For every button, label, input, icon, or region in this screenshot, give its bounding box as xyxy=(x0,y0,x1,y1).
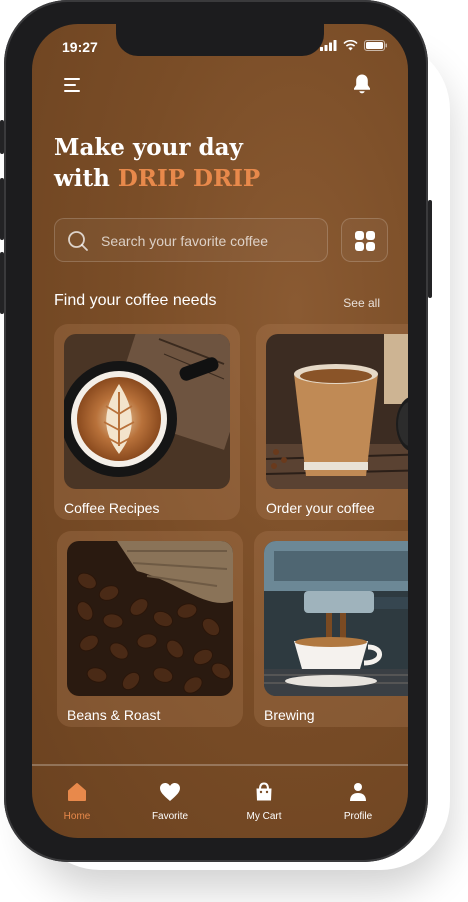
section-title: Find your coffee needs xyxy=(54,292,217,309)
search-input[interactable] xyxy=(99,219,323,263)
nav-home[interactable]: Home xyxy=(42,782,112,822)
mute-switch xyxy=(0,120,4,154)
filter-grid-button[interactable] xyxy=(341,218,388,262)
menu-button[interactable] xyxy=(62,74,86,96)
status-time: 19:27 xyxy=(62,39,98,55)
notch xyxy=(116,24,324,56)
profile-icon xyxy=(350,783,366,801)
nav-label-home: Home xyxy=(63,811,91,822)
see-all-link[interactable]: See all xyxy=(343,296,380,310)
battery-icon xyxy=(364,40,387,51)
nav-label-profile: Profile xyxy=(343,811,373,822)
category-card-order-coffee[interactable]: Order your coffee xyxy=(256,324,408,520)
cart-icon xyxy=(256,782,272,801)
nav-label-cart: My Cart xyxy=(246,811,282,822)
nav-favorite[interactable]: Favorite xyxy=(135,782,205,822)
category-card-brewing[interactable]: Brewing xyxy=(254,531,408,727)
search-icon xyxy=(68,231,88,251)
headline-line-1: Make your day xyxy=(54,134,243,161)
bell-icon xyxy=(354,74,370,94)
nav-label-favorite: Favorite xyxy=(151,811,189,822)
category-label: Brewing xyxy=(264,707,315,723)
page-headline: Make your day with DRIP DRIP xyxy=(54,132,260,194)
nav-profile[interactable]: Profile xyxy=(323,782,393,822)
home-icon xyxy=(68,783,86,801)
coffee-beans-image xyxy=(67,541,233,696)
wifi-icon xyxy=(343,40,358,51)
brand-name: DRIP DRIP xyxy=(117,165,261,192)
category-label: Coffee Recipes xyxy=(64,500,160,516)
bottom-nav: Home Favorite My Cart Profile xyxy=(32,764,408,838)
espresso-machine-image xyxy=(264,541,408,696)
volume-up-button xyxy=(0,178,4,240)
signal-icon xyxy=(320,40,337,51)
paper-cup-image xyxy=(266,334,408,489)
hamburger-icon xyxy=(64,78,80,92)
phone-frame: 19:27 Make your day with DRIP DRIP Searc… xyxy=(0,0,432,862)
search-bar[interactable] xyxy=(54,218,328,263)
status-icons xyxy=(320,40,388,51)
notifications-button[interactable] xyxy=(352,73,374,97)
category-label: Beans & Roast xyxy=(67,707,161,723)
nav-cart[interactable]: My Cart xyxy=(229,782,299,822)
category-label: Order your coffee xyxy=(266,500,375,516)
heart-icon xyxy=(160,783,180,801)
headline-prefix: with xyxy=(54,165,118,192)
power-button xyxy=(428,200,432,298)
latte-art-image xyxy=(64,334,230,489)
category-card-beans-roast[interactable]: Beans & Roast xyxy=(57,531,243,727)
category-card-coffee-recipes[interactable]: Coffee Recipes xyxy=(54,324,240,520)
headline-line-2: with DRIP DRIP xyxy=(54,163,260,194)
app-screen: 19:27 Make your day with DRIP DRIP Searc… xyxy=(32,24,408,838)
volume-down-button xyxy=(0,252,4,314)
